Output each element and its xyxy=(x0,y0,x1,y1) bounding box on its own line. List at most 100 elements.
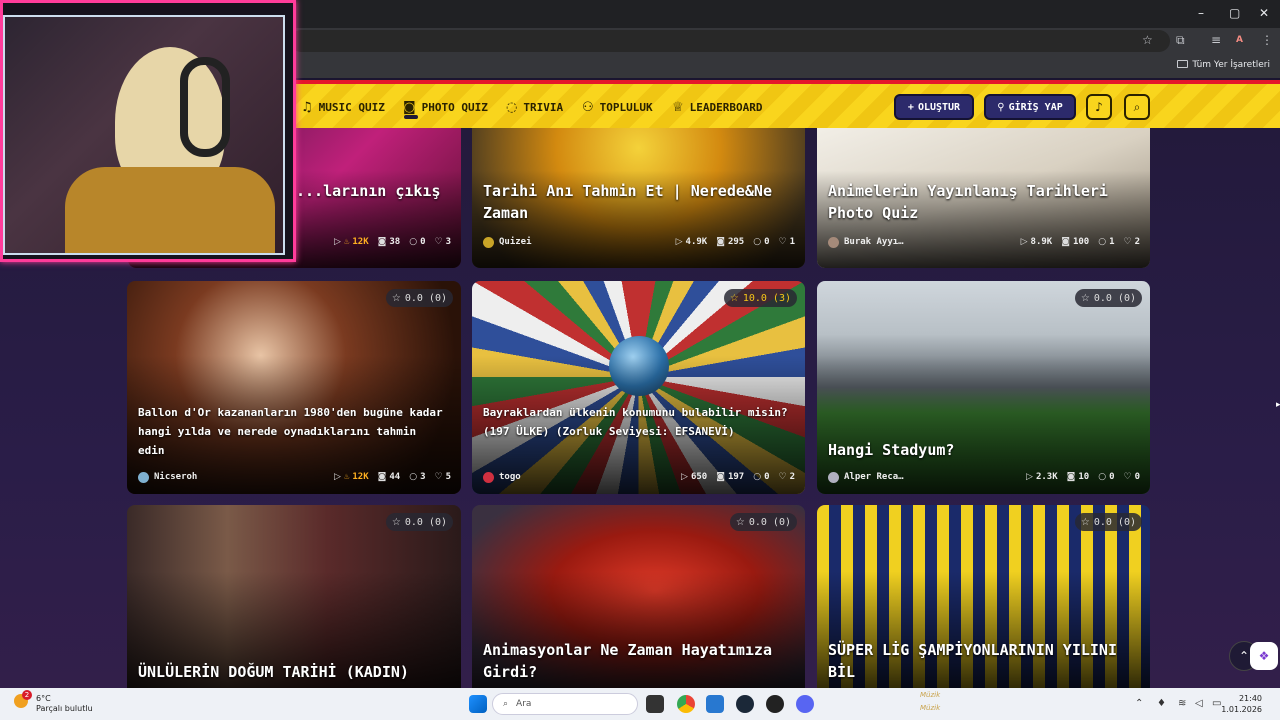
search-button[interactable]: ⌕ xyxy=(1124,94,1150,120)
plays-stat: ▷ ♨ 12K xyxy=(334,472,369,482)
card-meta: Quizei ▷ 4.9K ◙ 295 ○ 0 ♡ 1 xyxy=(483,235,795,249)
mic-icon[interactable]: ♦ xyxy=(1157,698,1166,709)
photos-stat: ◙ 10 xyxy=(1066,472,1090,482)
comments-stat: ○ 0 xyxy=(1098,472,1115,482)
avatar xyxy=(828,236,839,248)
camera-icon: ◙ xyxy=(377,472,387,482)
comments-stat: ○ 3 xyxy=(409,472,426,482)
fire-icon: ♨ xyxy=(343,237,350,247)
quiz-card[interactable]: ☆ 0.0 (0) Ballon d'Or kazananların 1980'd… xyxy=(127,281,461,494)
nav-music-quiz[interactable]: ♫ MUSIC QUIZ xyxy=(301,100,385,115)
card-title: ...larının çıkış xyxy=(296,182,441,200)
task-view-icon[interactable] xyxy=(646,695,664,713)
address-bar[interactable] xyxy=(290,30,1170,52)
cursor-icon: ▸ xyxy=(1276,400,1280,410)
search-icon: ⌕ xyxy=(503,699,509,709)
camera-icon: ◙ xyxy=(716,237,725,247)
avatar xyxy=(828,471,839,483)
photos-stat: ◙ 295 xyxy=(716,237,745,247)
likes-stat: ♡ 5 xyxy=(434,472,452,482)
maximize-icon[interactable]: ▢ xyxy=(1229,6,1240,20)
rating-badge: ☆ 0.0 (0) xyxy=(1074,289,1142,307)
comment-icon: ○ xyxy=(409,237,418,247)
star-icon[interactable]: ☆ xyxy=(1142,33,1153,47)
play-icon: ▷ xyxy=(1020,237,1028,247)
card-title: Tarihi Anı Tahmin Et | Nerede&Ne Zaman xyxy=(483,182,772,222)
nav-photo-quiz[interactable]: ◙ PHOTO QUIZ xyxy=(403,100,488,115)
quiz-card[interactable]: Tarihi Anı Tahmin Et | Nerede&Ne Zaman Q… xyxy=(472,128,805,268)
battery-icon[interactable]: ▭ xyxy=(1212,698,1221,709)
chat-widget-icon: ❖ xyxy=(1258,649,1270,663)
play-icon: ▷ xyxy=(334,472,341,482)
plays-stat: ▷ 8.9K xyxy=(1020,237,1053,247)
likes-stat: ♡ 2 xyxy=(1123,237,1141,247)
comments-stat: ○ 0 xyxy=(753,472,770,482)
comments-stat: ○ 0 xyxy=(753,237,770,247)
steam-icon[interactable] xyxy=(736,695,754,713)
heart-icon: ♡ xyxy=(434,472,443,482)
nav-topluluk[interactable]: ⚇ TOPLULUK xyxy=(582,100,653,115)
card-author: Alper Reca… xyxy=(828,471,904,483)
plus-icon: + xyxy=(907,101,914,113)
card-author: Nicseroh xyxy=(138,471,197,483)
trophy-icon: ♕ xyxy=(672,100,684,115)
quiz-card[interactable]: Animelerin Yayınlanış Tarihleri Photo Qu… xyxy=(817,128,1150,268)
chat-widget-button[interactable]: ❖ xyxy=(1250,642,1278,670)
chrome-icon[interactable] xyxy=(677,695,695,713)
minimize-icon[interactable]: – xyxy=(1198,6,1204,20)
profile-icon[interactable]: A xyxy=(1236,35,1243,45)
comment-icon: ○ xyxy=(1098,472,1107,482)
camera-icon: ◙ xyxy=(1066,472,1076,482)
play-icon: ▷ xyxy=(1026,472,1033,482)
headphones-image xyxy=(180,57,230,157)
all-bookmarks-button[interactable]: Tüm Yer İşaretleri xyxy=(1177,60,1270,70)
card-meta: togo ▷ 650 ◙ 197 ○ 0 ♡ 2 xyxy=(483,470,795,484)
camera-icon: ◙ xyxy=(716,472,725,482)
create-button[interactable]: + OLUŞTUR xyxy=(894,94,974,120)
star-icon: ☆ xyxy=(391,516,401,528)
rating-badge: ☆ 0.0 (0) xyxy=(1074,513,1142,531)
bell-icon: ♪ xyxy=(1095,100,1103,114)
photos-stat: ◙ 197 xyxy=(716,472,745,482)
quiz-card[interactable]: ☆ 0.0 (0) SÜPER LİG ŞAMPİYONLARININ YILIN… xyxy=(817,505,1150,688)
star-icon: ☆ xyxy=(729,292,739,304)
quiz-card[interactable]: ☆ 0.0 (0) Animasyonlar Ne Zaman Hayatımız… xyxy=(472,505,805,688)
heart-icon: ♡ xyxy=(778,237,787,247)
wifi-icon[interactable]: ≋ xyxy=(1178,698,1186,709)
nav-trivia[interactable]: ◌ TRIVIA xyxy=(506,100,563,115)
heart-icon: ♡ xyxy=(434,237,443,247)
media-icon[interactable]: ≡ xyxy=(1211,33,1221,47)
avatar xyxy=(483,471,494,483)
chevron-up-icon[interactable]: ⌃ xyxy=(1135,698,1143,709)
extension-icon[interactable]: ⧉ xyxy=(1176,33,1185,48)
clock[interactable]: 21:40 1.01.2026 xyxy=(1221,693,1262,715)
webcam-feed xyxy=(3,15,285,255)
quiz-card[interactable]: ☆ 0.0 (0) ÜNLÜLERİN DOĞUM TARİHİ (KADIN) xyxy=(127,505,461,688)
notification-bell-button[interactable]: ♪ xyxy=(1086,94,1112,120)
volume-icon[interactable]: ◁ xyxy=(1195,698,1203,709)
play-icon: ▷ xyxy=(675,237,683,247)
windows-start-icon[interactable] xyxy=(469,695,487,713)
close-icon[interactable]: ✕ xyxy=(1259,6,1269,20)
menu-icon[interactable]: ⋮ xyxy=(1261,33,1273,47)
card-author: togo xyxy=(483,471,521,483)
plays-stat: ▷ 2.3K xyxy=(1026,472,1058,482)
play-icon: ▷ xyxy=(681,472,688,482)
obs-icon[interactable] xyxy=(766,695,784,713)
card-author: Burak Ayyı… xyxy=(828,236,904,248)
taskbar-search[interactable]: ⌕ Ara xyxy=(492,693,638,715)
comments-stat: ○ 0 xyxy=(409,237,426,247)
quiz-card[interactable]: ☆ 0.0 (0) Hangi Stadyum? Alper Reca… ▷ 2.3… xyxy=(817,281,1150,494)
heart-icon: ♡ xyxy=(1123,237,1132,247)
avatar xyxy=(138,471,149,483)
login-button[interactable]: ⚲ GİRİŞ YAP xyxy=(984,94,1076,120)
comments-stat: ○ 1 xyxy=(1098,237,1115,247)
discord-icon[interactable] xyxy=(796,695,814,713)
card-title: ÜNLÜLERİN DOĞUM TARİHİ (KADIN) xyxy=(138,663,409,681)
avatar xyxy=(483,236,494,248)
quiz-card[interactable]: ☆ 10.0 (3) Bayraklardan ülkenin konumunu … xyxy=(472,281,805,494)
likes-stat: ♡ 3 xyxy=(434,237,452,247)
likes-stat: ♡ 0 xyxy=(1123,472,1141,482)
store-icon[interactable] xyxy=(706,695,724,713)
nav-leaderboard[interactable]: ♕ LEADERBOARD xyxy=(672,100,763,115)
